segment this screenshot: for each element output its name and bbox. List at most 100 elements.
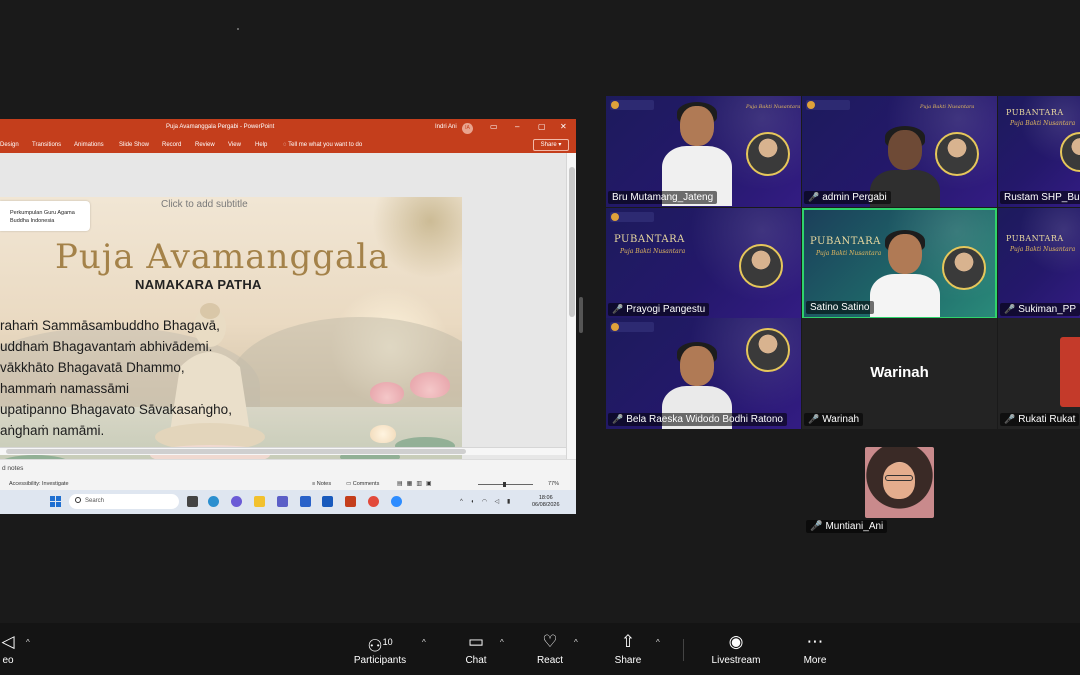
participant-tile[interactable]: Puja Bakti Nusantara 🎤 admin Pergabi (802, 96, 997, 207)
horizontal-scrollbar[interactable] (0, 447, 566, 455)
tab-animations[interactable]: Animations (74, 142, 104, 148)
close-icon[interactable]: ✕ (560, 122, 567, 131)
zoom-level[interactable]: 77% (548, 481, 559, 487)
participant-name: 🎤 Prayogi Pangestu (608, 303, 710, 316)
person-face (888, 234, 922, 274)
livestream-icon: ◉ (728, 632, 744, 651)
participant-tile[interactable]: PUBANTARA Puja Bakti Nusantara 🎤 Prayogi … (606, 208, 801, 319)
participants-button[interactable]: ⚇10 Participants (348, 631, 412, 666)
participant-tile[interactable]: PUBANTARA Puja Bakti Nusantara Rustam SH… (998, 96, 1080, 207)
chant-line: hammaṁ namassāmi (0, 381, 130, 396)
minimize-icon[interactable]: – (515, 122, 519, 131)
participant-tile[interactable]: Puja Bakti Nusantara Bru Mutamang_Jateng (606, 96, 801, 207)
tab-view[interactable]: View (228, 142, 241, 148)
chevron-up-icon[interactable]: ^ (574, 638, 578, 647)
view-buttons[interactable]: ▤▦▥▣ (397, 480, 436, 487)
participant-tile[interactable]: PUBANTARA Puja Bakti Nusantara 🎤 Sukiman_… (998, 208, 1080, 319)
react-button[interactable]: ♡ React (532, 631, 568, 666)
chevron-up-icon[interactable]: ^ (500, 638, 504, 647)
slide-subheading[interactable]: NAMAKARA PATHA (135, 277, 262, 292)
participant-tile[interactable]: Warinah 🎤 Warinah (802, 318, 997, 429)
word-icon[interactable] (322, 496, 333, 507)
tab-design[interactable]: Design (0, 142, 19, 148)
participant-name: 🎤 Muntiani_Ani (806, 520, 888, 533)
comments-toggle[interactable]: ▭ Comments (346, 481, 379, 487)
org-logo-badge (806, 100, 850, 110)
poster-portrait (746, 328, 790, 372)
file-explorer-icon[interactable] (254, 496, 265, 507)
organization-logo-box: Perkumpulan Guru Agama Buddha Indonesia (0, 201, 90, 231)
share-screen-button[interactable]: ⇧ Share (610, 631, 646, 666)
teams-icon[interactable] (277, 496, 288, 507)
video-button[interactable]: ◁ eo (0, 631, 20, 666)
scrollbar-thumb[interactable] (569, 167, 575, 317)
livestream-button[interactable]: ◉ Livestream (706, 631, 766, 666)
org-logo-badge (610, 322, 654, 332)
participant-name-text: Muntiani_Ani (825, 521, 884, 532)
ribbon-display-icon[interactable]: ▭ (490, 122, 498, 131)
share-button[interactable]: Share ▾ (533, 139, 569, 151)
poster-portrait (739, 244, 783, 288)
toolbar-divider (683, 639, 684, 661)
poster-subtitle: Puja Bakti Nusantara (746, 104, 801, 110)
notes-toggle[interactable]: ≡ Notes (312, 481, 331, 487)
clock-date: 06/08/2026 (532, 502, 560, 508)
poster-title: PUBANTARA (1006, 234, 1064, 243)
mic-muted-icon: 🎤 (612, 414, 624, 424)
zoom-slider[interactable] (478, 482, 533, 487)
poster-portrait (942, 246, 986, 290)
subtitle-placeholder[interactable]: Click to add subtitle (161, 199, 248, 210)
account-avatar[interactable]: IA (462, 123, 473, 134)
app-icon[interactable] (300, 496, 311, 507)
shared-screen[interactable]: Puja Avamanggala Pergabi - PowerPoint In… (0, 119, 576, 514)
org-name-line1: Perkumpulan Guru Agama (10, 210, 75, 216)
tab-slide-show[interactable]: Slide Show (119, 142, 149, 148)
poster-portrait (935, 132, 979, 176)
chat-button[interactable]: ▭ Chat (458, 631, 494, 666)
system-tray-icons[interactable]: ^ ◖ ◠ ◁ ▮ (460, 498, 513, 505)
zoom-slider-knob[interactable] (503, 482, 506, 487)
participant-photo[interactable] (865, 447, 934, 518)
chevron-up-icon[interactable]: ^ (656, 638, 660, 647)
participant-tile-active-speaker[interactable]: PUBANTARA Puja Bakti Nusantara Satino Sa… (802, 208, 997, 319)
chevron-up-icon[interactable]: ^ (422, 638, 426, 647)
tab-help[interactable]: Help (255, 142, 267, 148)
split-view-divider-handle[interactable] (579, 297, 583, 333)
more-button[interactable]: ⋯ More (798, 631, 832, 666)
account-name[interactable]: Indri Ani (435, 124, 457, 130)
vertical-scrollbar[interactable] (566, 153, 576, 459)
search-icon (75, 497, 81, 503)
participant-video (870, 228, 940, 317)
tab-transitions[interactable]: Transitions (32, 142, 61, 148)
edge-icon[interactable] (208, 496, 219, 507)
glasses-icon (885, 475, 913, 481)
slide-title[interactable]: Puja Avamanggala (55, 237, 389, 277)
windows-start-icon[interactable] (50, 496, 61, 507)
notes-pane[interactable]: d notes (0, 459, 576, 479)
slide-body-text[interactable]: rahaṁ Sammāsambuddho Bhagavā, uddhaṁ Bha… (0, 318, 300, 444)
tab-review[interactable]: Review (195, 142, 215, 148)
taskbar-search[interactable]: Search (69, 494, 179, 509)
scrollbar-thumb[interactable] (6, 449, 466, 454)
chant-line: upatipanno Bhagavato Sāvakasaṅgho, (0, 402, 232, 417)
poster-portrait (746, 132, 790, 176)
task-view-icon[interactable] (187, 496, 198, 507)
zoom-app-icon[interactable] (391, 496, 402, 507)
participant-name-text: Warinah (822, 414, 860, 425)
accessibility-status[interactable]: Accessibility: Investigate (9, 481, 69, 487)
mic-muted-icon: 🎤 (1004, 414, 1016, 424)
participant-tile[interactable]: 🎤 Bela Raeska Widodo Bodhi Ratono (606, 318, 801, 429)
tell-me-label: Tell me what you want to do (288, 142, 363, 148)
tab-record[interactable]: Record (162, 142, 181, 148)
tell-me-search[interactable]: ◌ Tell me what you want to do (283, 142, 362, 148)
taskbar-clock[interactable]: 18:06 06/08/2026 (532, 495, 560, 509)
person-face (680, 346, 714, 386)
maximize-icon[interactable]: ▢ (538, 122, 546, 131)
chrome-icon[interactable] (368, 496, 379, 507)
participant-initial-name: Warinah (870, 364, 929, 381)
copilot-icon[interactable] (231, 496, 242, 507)
participant-video (662, 100, 732, 206)
participant-name: 🎤 Warinah (804, 413, 864, 426)
powerpoint-icon[interactable] (345, 496, 356, 507)
chevron-up-icon[interactable]: ^ (26, 638, 30, 647)
